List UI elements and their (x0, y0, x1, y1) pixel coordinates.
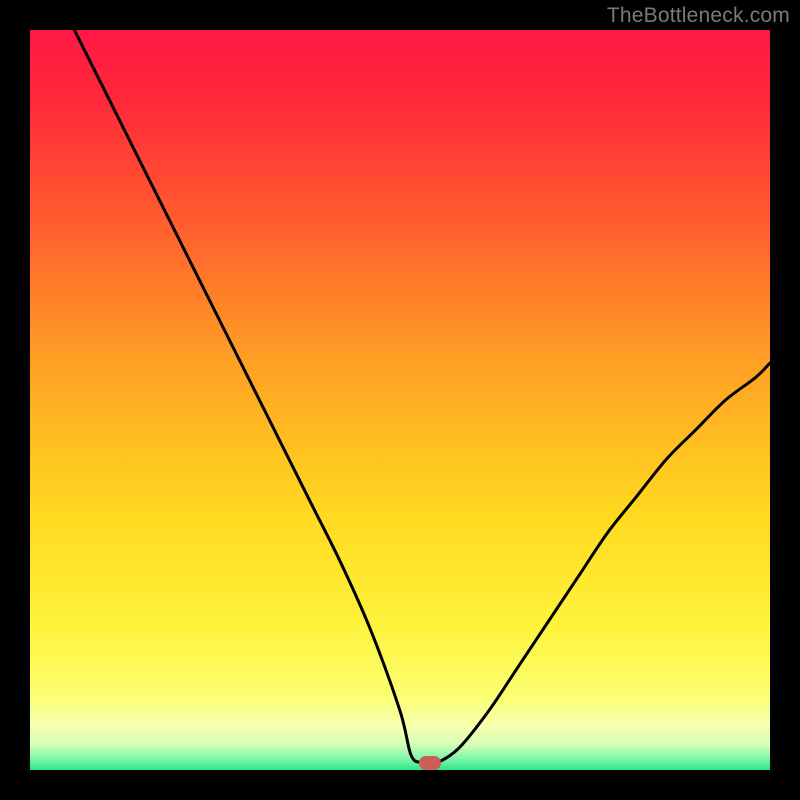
optimal-point-marker (419, 756, 441, 770)
chart-frame: TheBottleneck.com (0, 0, 800, 800)
bottleneck-curve (30, 30, 770, 770)
plot-area (30, 30, 770, 770)
watermark-text: TheBottleneck.com (607, 4, 790, 28)
